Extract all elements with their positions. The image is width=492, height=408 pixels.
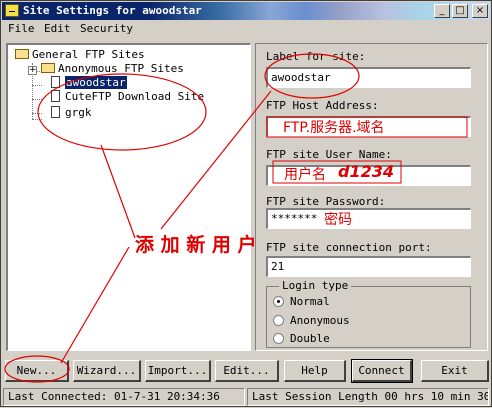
radio-selected-icon[interactable]	[273, 296, 284, 307]
tree-item-awoodstar[interactable]: awoodstar	[51, 76, 127, 90]
radio-icon[interactable]	[273, 333, 284, 344]
status-session-length: Last Session Length 00 hrs 10 min 30 s	[247, 388, 489, 406]
edit-button[interactable]: Edit...	[215, 360, 279, 382]
password-label: FTP site Password:	[266, 195, 386, 208]
label-for-site-label: Label for site:	[266, 50, 366, 63]
site-properties-panel: Label for site: awoodstar FTP Host Addre…	[255, 43, 488, 351]
folder-icon	[41, 63, 55, 73]
tree-root-label: General FTP Sites	[32, 48, 145, 61]
login-normal-option[interactable]: Normal	[273, 295, 330, 309]
tree-item-label: awoodstar	[65, 76, 127, 89]
menu-security[interactable]: Security	[80, 22, 133, 35]
site-document-icon	[51, 106, 60, 118]
exit-button[interactable]: Exit	[421, 360, 489, 382]
menu-file[interactable]: File	[8, 22, 35, 35]
tree-item-label: Anonymous FTP Sites	[58, 62, 184, 75]
port-input[interactable]: 21	[266, 256, 471, 277]
add-user-annotation-text: 添 加 新 用 户	[135, 234, 257, 256]
help-button[interactable]: Help	[284, 360, 346, 382]
radio-label: Double	[290, 332, 330, 345]
tree-expand-icon[interactable]: +	[28, 66, 37, 75]
tree-item-grgk[interactable]: grgk	[51, 106, 92, 120]
tree-guide-line	[32, 119, 42, 120]
user-handwriting-text: d1234	[338, 162, 394, 181]
status-last-connected: Last Connected: 01-7-31 20:34:36	[3, 388, 245, 406]
app-smiley-icon	[5, 4, 19, 17]
radio-label: Normal	[290, 295, 330, 308]
tree-item-label: CuteFTP Download Site	[65, 90, 205, 103]
menu-edit[interactable]: Edit	[44, 22, 71, 35]
password-annotation-text: 密码	[324, 212, 352, 228]
connect-button[interactable]: Connect	[351, 359, 413, 383]
tree-root[interactable]: General FTP Sites	[15, 48, 145, 62]
folder-open-icon	[15, 49, 29, 59]
site-tree[interactable]: General FTP Sites + Anonymous FTP Sites …	[6, 43, 251, 351]
tree-guide-line	[32, 113, 42, 114]
radio-icon[interactable]	[273, 315, 284, 326]
host-address-label: FTP Host Address:	[266, 99, 379, 112]
label-for-site-input[interactable]: awoodstar	[266, 67, 471, 88]
tree-guide-line	[32, 99, 42, 100]
new-button[interactable]: New...	[5, 360, 69, 382]
import-button[interactable]: Import...	[145, 360, 211, 382]
tree-item-anonymous[interactable]: Anonymous FTP Sites	[41, 62, 184, 76]
login-double-option[interactable]: Double	[273, 332, 330, 346]
close-button[interactable]: ×	[472, 4, 488, 18]
site-document-icon	[51, 90, 60, 102]
radio-label: Anonymous	[290, 314, 350, 327]
login-anonymous-option[interactable]: Anonymous	[273, 314, 350, 328]
site-settings-window: Site Settings for awoodstar _ □ × File E…	[0, 0, 492, 407]
port-label: FTP site connection port:	[266, 241, 432, 254]
user-name-label: FTP site User Name:	[266, 148, 392, 161]
password-input[interactable]: *******	[266, 208, 471, 229]
minimize-button[interactable]: _	[434, 4, 450, 18]
title-bar[interactable]: Site Settings for awoodstar _ □ ×	[2, 2, 490, 20]
host-annotation-text: FTP.服务器.域名	[283, 120, 385, 136]
tree-item-cuteftp[interactable]: CuteFTP Download Site	[51, 90, 204, 104]
login-type-title: Login type	[279, 279, 352, 292]
tree-guide-line	[32, 85, 42, 86]
tree-item-label: grgk	[65, 106, 92, 119]
maximize-button[interactable]: □	[452, 4, 468, 18]
site-document-icon	[51, 76, 60, 88]
login-type-group: Login type Normal Anonymous Double	[266, 279, 471, 348]
wizard-button[interactable]: Wizard...	[73, 360, 141, 382]
user-annotation-text: 用户名	[284, 167, 326, 183]
window-title: Site Settings for awoodstar	[23, 4, 202, 17]
